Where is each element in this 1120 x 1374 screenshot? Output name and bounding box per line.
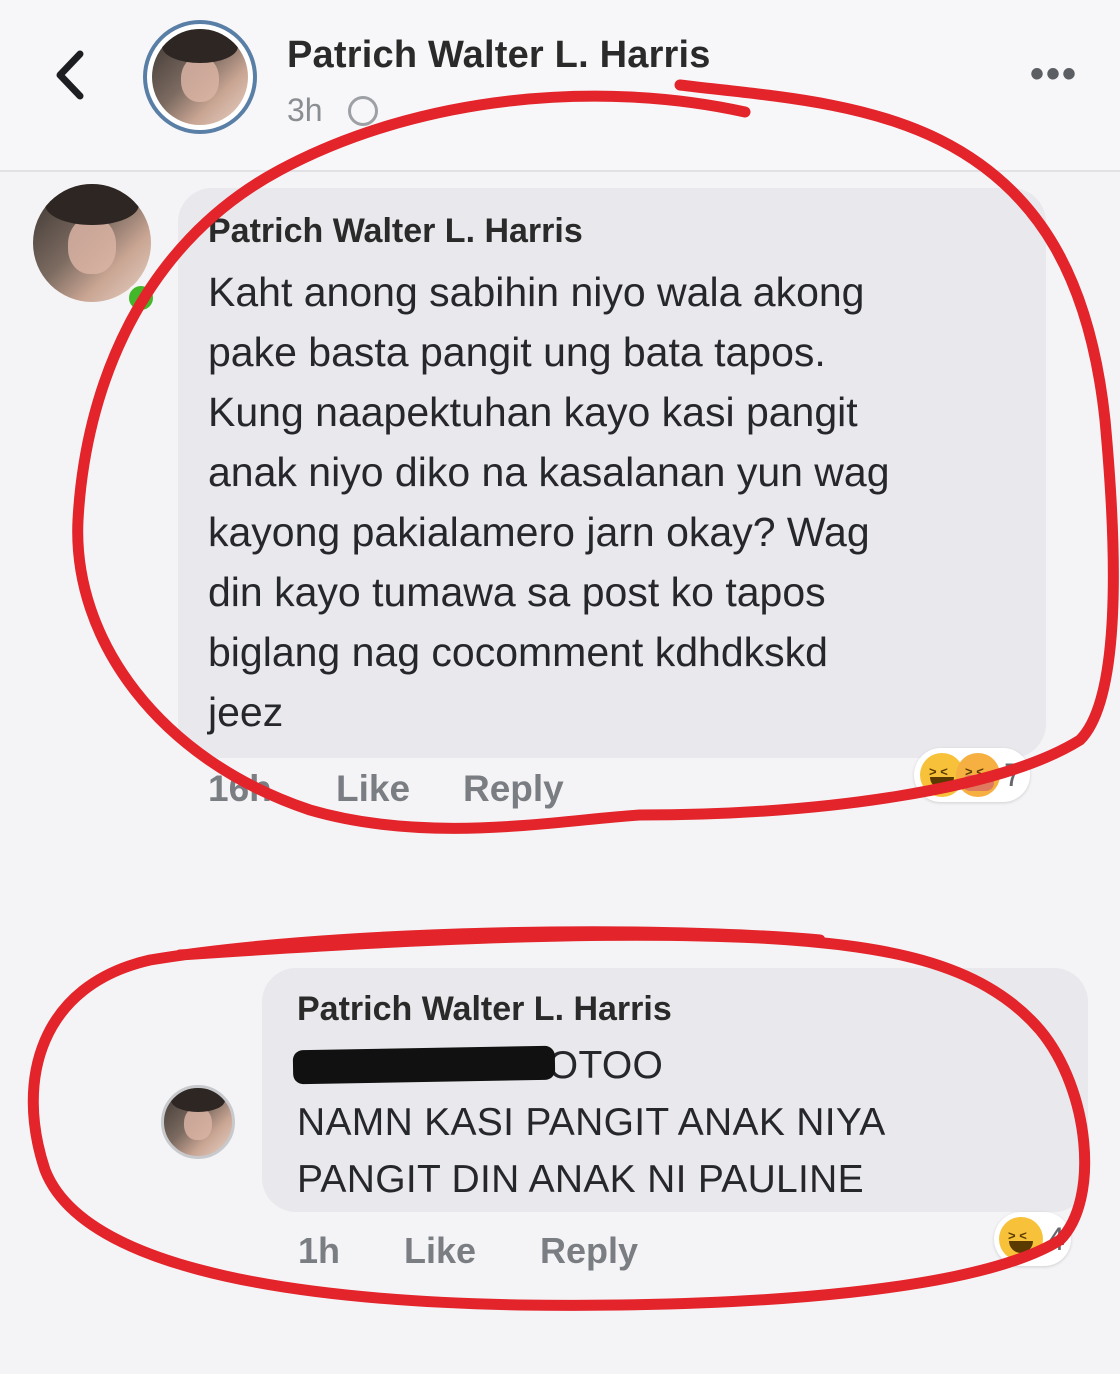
care-icon: > < bbox=[956, 753, 1000, 797]
post-timestamp: 3h bbox=[287, 92, 323, 128]
comment-2-reaction-count: 4 bbox=[1047, 1220, 1065, 1257]
comment-1-reactions[interactable]: > < > < 7 bbox=[914, 748, 1030, 802]
online-status-dot bbox=[126, 283, 156, 313]
haha-icon: > < bbox=[999, 1217, 1043, 1261]
chevron-left-icon bbox=[56, 50, 84, 100]
back-button[interactable] bbox=[40, 40, 100, 110]
comment-1-like-button[interactable]: Like bbox=[336, 768, 410, 810]
comment-1-reaction-count: 7 bbox=[1004, 756, 1022, 793]
comment-2-time: 1h bbox=[298, 1230, 341, 1271]
comment-1-author[interactable]: Patrich Walter L. Harris bbox=[208, 212, 583, 251]
comment-2-reactions[interactable]: > < 4 bbox=[994, 1212, 1071, 1266]
globe-icon bbox=[348, 96, 378, 126]
comment-2-author[interactable]: Patrich Walter L. Harris bbox=[297, 990, 672, 1029]
comment-1-reply-button[interactable]: Reply bbox=[463, 768, 564, 810]
redacted-mention bbox=[292, 1045, 556, 1085]
post-author-name[interactable]: Patrich Walter L. Harris bbox=[287, 34, 711, 77]
comment-1-time: 16h bbox=[208, 768, 272, 809]
comment-2-reply-button[interactable]: Reply bbox=[540, 1230, 638, 1272]
more-options-button[interactable]: ••• bbox=[1030, 54, 1078, 94]
comment-2-like-button[interactable]: Like bbox=[404, 1230, 476, 1272]
comment-2-avatar[interactable] bbox=[161, 1085, 235, 1159]
comment-1-text: Kaht anong sabihin niyo wala akong pake … bbox=[208, 269, 890, 735]
avatar bbox=[152, 29, 248, 125]
post-author-avatar[interactable] bbox=[143, 20, 257, 134]
